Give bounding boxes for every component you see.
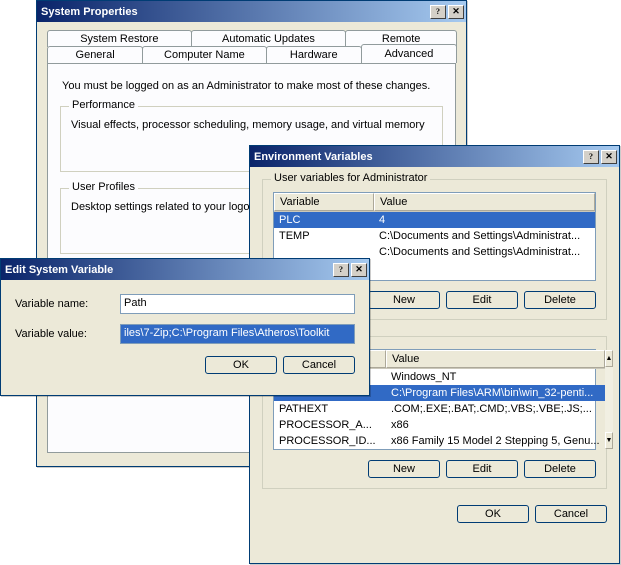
list-row[interactable]: PROCESSOR_A... x86 — [274, 417, 605, 433]
new-button[interactable]: New — [368, 460, 440, 478]
scroll-track[interactable] — [605, 367, 614, 432]
col-value[interactable]: Value — [374, 193, 595, 211]
help-icon[interactable] — [333, 263, 349, 277]
ok-button[interactable]: OK — [205, 356, 277, 374]
edit-system-variable-window: Edit System Variable Variable name: Path… — [0, 258, 370, 396]
variable-name-label: Variable name: — [15, 298, 120, 310]
edit-button[interactable]: Edit — [446, 460, 518, 478]
tab-advanced[interactable]: Advanced — [361, 44, 457, 63]
list-row[interactable]: PATHEXT .COM;.EXE;.BAT;.CMD;.VBS;.VBE;.J… — [274, 401, 605, 417]
tabs-row-2: General Computer Name Hardware Advanced — [37, 46, 466, 63]
envvars-dialog-buttons: OK Cancel — [262, 505, 607, 523]
envvars-title: Environment Variables — [254, 151, 581, 163]
close-icon[interactable] — [448, 5, 464, 19]
sysprops-titlebar[interactable]: System Properties — [37, 1, 466, 22]
list-header: Variable Value — [274, 193, 595, 212]
sys-vars-buttons: New Edit Delete — [273, 460, 596, 478]
scrollbar[interactable] — [605, 350, 614, 449]
close-icon[interactable] — [351, 263, 367, 277]
col-variable[interactable]: Variable — [274, 193, 374, 211]
list-row[interactable]: PROCESSOR_ID... x86 Family 15 Model 2 St… — [274, 433, 605, 449]
variable-value-input[interactable]: iles\7-Zip;C:\Program Files\Atheros\Tool… — [120, 324, 355, 344]
tab-automatic-updates[interactable]: Automatic Updates — [191, 30, 347, 47]
tab-system-restore[interactable]: System Restore — [47, 30, 192, 47]
editvar-buttons: OK Cancel — [15, 356, 355, 374]
cancel-button[interactable]: Cancel — [283, 356, 355, 374]
delete-button[interactable]: Delete — [524, 460, 596, 478]
close-icon[interactable] — [601, 150, 617, 164]
editvar-titlebar[interactable]: Edit System Variable — [1, 259, 369, 280]
tab-general[interactable]: General — [47, 46, 143, 63]
ok-button[interactable]: OK — [457, 505, 529, 523]
editvar-title: Edit System Variable — [5, 264, 331, 276]
cancel-button[interactable]: Cancel — [535, 505, 607, 523]
scroll-up-icon[interactable] — [605, 350, 614, 367]
tab-computer-name[interactable]: Computer Name — [142, 46, 266, 63]
col-value[interactable]: Value — [386, 350, 605, 368]
edit-button[interactable]: Edit — [446, 291, 518, 309]
performance-text: Visual effects, processor scheduling, me… — [71, 119, 432, 131]
performance-legend: Performance — [69, 99, 138, 111]
admin-info-text: You must be logged on as an Administrato… — [62, 80, 441, 92]
list-row[interactable]: PLC 4 — [274, 212, 595, 228]
user-profiles-legend: User Profiles — [69, 181, 138, 193]
new-button[interactable]: New — [368, 291, 440, 309]
variable-value-label: Variable value: — [15, 328, 120, 340]
scroll-down-icon[interactable] — [605, 432, 614, 449]
help-icon[interactable] — [583, 150, 599, 164]
list-row[interactable]: TEMP C:\Documents and Settings\Administr… — [274, 228, 595, 244]
user-vars-legend: User variables for Administrator — [271, 172, 430, 184]
delete-button[interactable]: Delete — [524, 291, 596, 309]
tab-hardware[interactable]: Hardware — [266, 46, 362, 63]
help-icon[interactable] — [430, 5, 446, 19]
sysprops-title: System Properties — [41, 6, 428, 18]
envvars-titlebar[interactable]: Environment Variables — [250, 146, 619, 167]
variable-value-row: Variable value: iles\7-Zip;C:\Program Fi… — [15, 324, 355, 344]
variable-name-input[interactable]: Path — [120, 294, 355, 314]
variable-name-row: Variable name: Path — [15, 294, 355, 314]
